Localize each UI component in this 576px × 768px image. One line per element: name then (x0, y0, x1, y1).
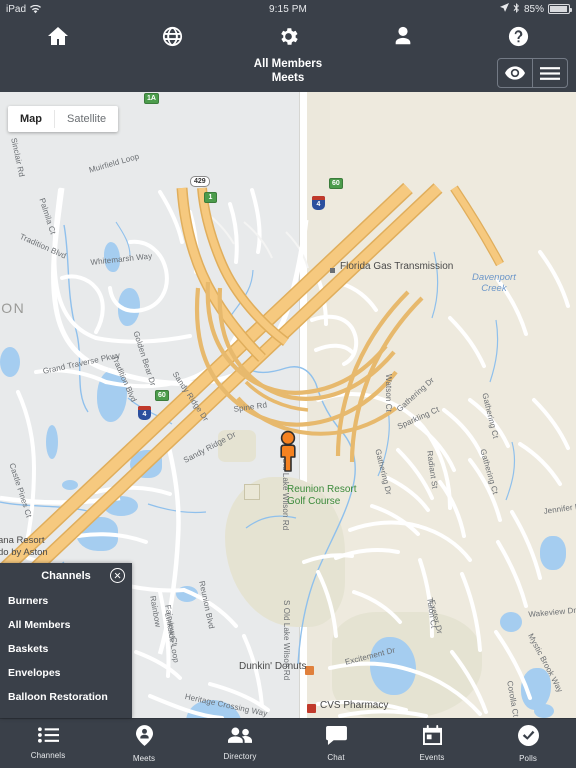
tab-label-channels: Channels (30, 751, 66, 760)
view-toggle-group (497, 58, 568, 88)
route-shield-i4: 4 (138, 406, 151, 420)
gear-icon[interactable] (230, 18, 345, 54)
street-label: Whitemarsh Way (90, 251, 153, 267)
list-icon (37, 727, 59, 748)
tab-channels[interactable]: Channels (0, 719, 96, 768)
poi-marker-pharmacy (307, 704, 316, 713)
lake (130, 450, 162, 478)
street-label: Muirfield Loop (88, 151, 141, 175)
eye-icon[interactable] (498, 59, 532, 87)
tab-label-polls: Polls (519, 753, 537, 763)
status-time: 9:15 PM (269, 3, 307, 15)
lake (46, 425, 58, 459)
lake (176, 586, 198, 602)
water-label-davenport: Davenport Creek (472, 272, 516, 294)
street-label: Rainbow (148, 595, 163, 628)
channels-panel: Channels Burners All Members Baskets Env… (0, 563, 132, 718)
location-arrow-icon (499, 3, 509, 15)
poi-label-solana-2[interactable]: do by Aston (0, 547, 48, 558)
map-pin-person-icon (135, 724, 153, 751)
route-shield-1: 1 (204, 192, 217, 203)
bottom-tab-bar: Channels Meets Directory Chat Events Pol… (0, 718, 576, 768)
map-area-label: ION (0, 300, 26, 316)
lake (500, 612, 522, 632)
bluetooth-icon (513, 2, 520, 16)
speech-bubble-icon (325, 725, 347, 750)
poi-label-reunion-golf[interactable]: Reunion Resort Golf Course (287, 484, 356, 508)
tab-polls[interactable]: Polls (480, 719, 576, 768)
channel-item-burners[interactable]: Burners (0, 589, 132, 613)
map-type-control: Map Satellite (8, 106, 119, 132)
close-circle-icon[interactable] (110, 568, 125, 583)
channel-item-balloon-restoration[interactable]: Balloon Restoration (0, 685, 132, 709)
route-shield-429: 429 (190, 176, 210, 187)
poi-label-solana-1[interactable]: ana Resort (0, 535, 44, 546)
map-type-map-button[interactable]: Map (8, 106, 54, 132)
tab-chat[interactable]: Chat (288, 719, 384, 768)
street-label: S Old Lake Wilson Rd (282, 600, 291, 681)
street-label: Castle Pines Ct (7, 462, 34, 519)
lake (118, 288, 140, 326)
poi-marker-landmark (330, 268, 335, 273)
hamburger-icon[interactable] (532, 59, 567, 87)
tab-label-directory: Directory (223, 751, 257, 761)
route-shield-1a: 1A (144, 93, 159, 104)
lake (540, 536, 566, 570)
street-label: Linkside Loop (163, 612, 181, 664)
check-circle-icon (517, 724, 539, 751)
tab-label-events: Events (419, 753, 445, 762)
tab-meets[interactable]: Meets (96, 719, 192, 768)
page-title-line1: All Members (253, 58, 323, 70)
street-label: Golden Bear Dr (131, 330, 158, 387)
poi-label-florida-gas[interactable]: Florida Gas Transmission (340, 261, 453, 272)
channel-item-envelopes[interactable]: Envelopes (0, 661, 132, 685)
street-label: Spine Rd (233, 400, 268, 414)
battery-percent: 85% (523, 3, 544, 15)
tab-label-chat: Chat (327, 752, 345, 762)
tab-label-meets: Meets (132, 753, 156, 763)
person-icon[interactable] (346, 18, 461, 54)
water-label-line2: Creek (481, 283, 507, 294)
map-type-satellite-button[interactable]: Satellite (55, 106, 118, 132)
channels-panel-header: Channels (0, 563, 132, 589)
street-label: Reunion Blvd (197, 580, 217, 630)
lake (0, 347, 20, 377)
poi-label-cvs[interactable]: CVS Pharmacy (320, 700, 388, 711)
lake (76, 517, 118, 551)
golf-label-line2: Golf Course (287, 496, 341, 507)
route-shield-i4: 4 (312, 196, 325, 210)
route-shield-60: 60 (329, 178, 343, 189)
golf-course-icon (244, 484, 260, 500)
route-shield-60: 60 (155, 390, 169, 401)
people-icon (228, 727, 252, 749)
poi-label-dunkin[interactable]: Dunkin' Donuts (239, 661, 307, 672)
channel-item-all-members[interactable]: All Members (0, 613, 132, 637)
status-right: 85% (499, 2, 572, 16)
page-title-line2: Meets (271, 72, 305, 84)
lake (534, 704, 554, 718)
street-label: Sandy Ridge Dr (170, 370, 211, 424)
top-toolbar (0, 18, 576, 54)
help-icon[interactable] (461, 18, 576, 54)
lake (104, 496, 138, 516)
status-bar: iPad 9:15 PM 85% (0, 0, 576, 18)
home-icon[interactable] (0, 18, 115, 54)
water-label-line1: Davenport (472, 272, 516, 283)
street-label: Sinclair Rd (9, 137, 27, 178)
golf-label-line1: Reunion Resort (287, 484, 357, 495)
battery-icon (548, 4, 572, 14)
pegman-marker[interactable] (277, 430, 299, 472)
calendar-icon (422, 725, 442, 750)
street-label: Tradition Blvd (18, 232, 68, 261)
tab-directory[interactable]: Directory (192, 719, 288, 768)
channels-panel-title: Channels (41, 570, 91, 582)
page-title: All Members Meets (0, 57, 576, 85)
globe-icon[interactable] (115, 18, 230, 54)
tab-events[interactable]: Events (384, 719, 480, 768)
street-label: Watson Ct (384, 374, 393, 412)
channel-item-baskets[interactable]: Baskets (0, 637, 132, 661)
lake (62, 480, 78, 490)
street-label: Palmila Ct (37, 197, 58, 236)
title-bar: All Members Meets (0, 54, 576, 92)
